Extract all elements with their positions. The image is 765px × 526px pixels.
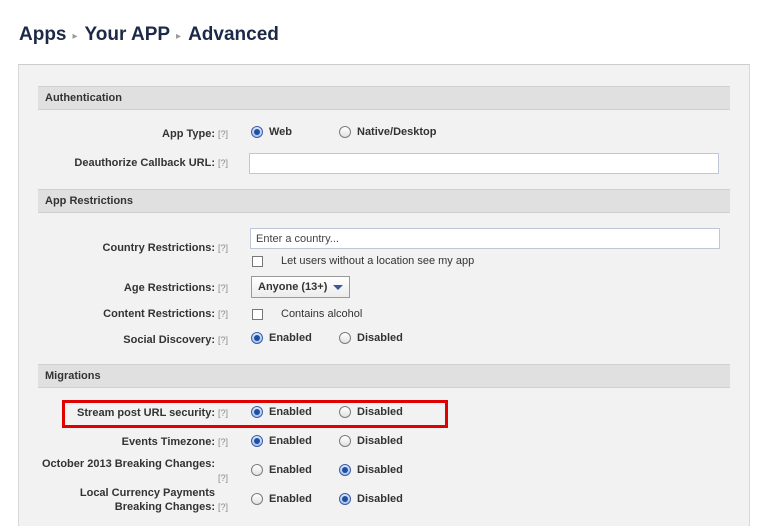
help-link[interactable]: [?] [218, 473, 228, 483]
age-restrictions-label: Age Restrictions: [123, 282, 215, 294]
radio-label: Enabled [269, 332, 312, 344]
checkbox-label: Contains alcohol [281, 308, 363, 320]
checkbox-icon [252, 308, 263, 320]
events-timezone-label: Events Timezone: [121, 436, 215, 448]
breadcrumb-your-app[interactable]: Your APP [85, 24, 171, 46]
social-discovery-disabled-radio[interactable]: Disabled [339, 332, 403, 344]
help-link[interactable]: [?] [218, 129, 228, 139]
october-2013-enabled-radio[interactable]: Enabled [251, 464, 312, 476]
breadcrumb-separator-icon: ▸ [72, 30, 78, 42]
help-link[interactable]: [?] [218, 502, 228, 512]
breadcrumb-advanced: Advanced [188, 24, 279, 45]
currency-payments-label-line2: Breaking Changes: [114, 501, 215, 513]
october-2013-disabled-radio[interactable]: Disabled [339, 464, 403, 476]
radio-label: Enabled [269, 435, 312, 447]
radio-label: Enabled [269, 464, 312, 476]
section-header-authentication: Authentication [38, 86, 730, 110]
country-input[interactable] [250, 228, 720, 249]
radio-label: Disabled [357, 332, 403, 344]
breadcrumb-separator-icon: ▸ [176, 30, 182, 42]
checkbox-label: Let users without a location see my app [281, 255, 475, 267]
caret-down-icon [333, 284, 344, 290]
radio-unselected-icon [339, 332, 351, 344]
deauth-callback-label: Deauthorize Callback URL: [74, 157, 215, 169]
radio-unselected-icon [251, 464, 263, 476]
radio-label: Web [269, 126, 293, 138]
app-type-native-radio[interactable]: Native/Desktop [339, 126, 436, 138]
radio-selected-icon [339, 493, 351, 505]
checkbox-icon [252, 255, 263, 267]
content-restrictions-label: Content Restrictions: [103, 308, 215, 320]
social-discovery-enabled-radio[interactable]: Enabled [251, 332, 312, 344]
currency-payments-label-line1: Local Currency Payments [79, 487, 215, 499]
currency-payments-disabled-radio[interactable]: Disabled [339, 493, 403, 505]
radio-unselected-icon [339, 126, 351, 138]
country-restrictions-label: Country Restrictions: [102, 242, 215, 254]
currency-payments-enabled-radio[interactable]: Enabled [251, 493, 312, 505]
radio-unselected-icon [339, 435, 351, 447]
help-link[interactable]: [?] [218, 283, 228, 293]
contains-alcohol-checkbox[interactable]: Contains alcohol [252, 308, 362, 320]
events-timezone-disabled-radio[interactable]: Disabled [339, 435, 403, 447]
radio-unselected-icon [251, 493, 263, 505]
october-2013-changes-label: October 2013 Breaking Changes: [41, 458, 215, 470]
help-link[interactable]: [?] [218, 437, 228, 447]
radio-label: Disabled [357, 464, 403, 476]
radio-label: Disabled [357, 493, 403, 505]
radio-selected-icon [251, 332, 263, 344]
social-discovery-label: Social Discovery: [123, 334, 215, 346]
help-link[interactable]: [?] [218, 158, 228, 168]
help-link[interactable]: [?] [218, 309, 228, 319]
section-header-app-restrictions: App Restrictions [38, 189, 730, 213]
help-link[interactable]: [?] [218, 243, 228, 253]
dropdown-value: Anyone (13+) [258, 281, 328, 293]
app-type-label: App Type: [162, 128, 215, 140]
radio-label: Enabled [269, 493, 312, 505]
radio-label: Disabled [357, 435, 403, 447]
age-restrictions-dropdown[interactable]: Anyone (13+) [251, 276, 351, 298]
radio-selected-icon [251, 435, 263, 447]
help-link[interactable]: [?] [218, 335, 228, 345]
highlight-box [62, 400, 448, 428]
no-location-checkbox[interactable]: Let users without a location see my app [252, 255, 474, 267]
breadcrumb: Apps ▸ Your APP ▸ Advanced [19, 22, 279, 48]
deauth-callback-url-input[interactable] [249, 153, 719, 174]
breadcrumb-apps[interactable]: Apps [19, 24, 67, 46]
events-timezone-enabled-radio[interactable]: Enabled [251, 435, 312, 447]
app-type-web-radio[interactable]: Web [251, 126, 292, 138]
radio-selected-icon [251, 126, 263, 138]
section-header-migrations: Migrations [38, 364, 730, 388]
radio-selected-icon [339, 464, 351, 476]
radio-label: Native/Desktop [357, 126, 437, 138]
